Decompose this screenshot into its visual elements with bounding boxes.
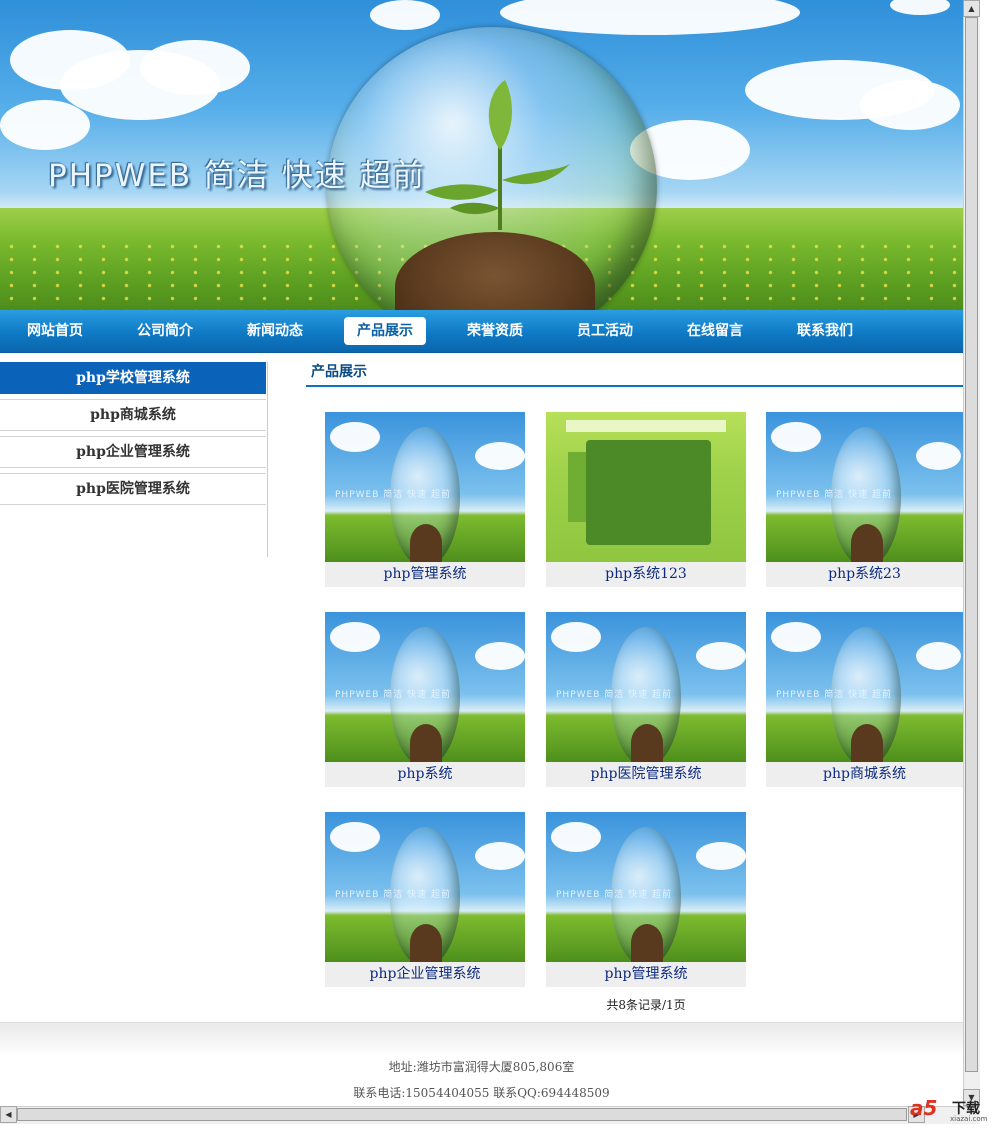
product-title[interactable]: php管理系统: [325, 564, 525, 584]
product-title[interactable]: php商城系统: [766, 764, 963, 784]
cloud-shape: [890, 0, 950, 15]
product-title[interactable]: php企业管理系统: [325, 964, 525, 984]
nav-item-news[interactable]: 新闻动态: [234, 317, 316, 345]
main-nav: 网站首页 公司简介 新闻动态 产品展示 荣誉资质 员工活动 在线留言 联系我们: [0, 310, 963, 353]
product-card[interactable]: PHPWEB 简洁 快速 超前 php系统23: [766, 412, 963, 587]
horizontal-scroll-thumb[interactable]: [17, 1108, 907, 1121]
product-card[interactable]: PHPWEB 简洁 快速 超前 php管理系统: [325, 412, 525, 587]
product-card[interactable]: PHPWEB 简洁 快速 超前 php企业管理系统: [325, 812, 525, 987]
product-thumbnail[interactable]: [546, 412, 746, 562]
a5-logo-icon: a5: [910, 1096, 938, 1120]
product-thumbnail[interactable]: PHPWEB 简洁 快速 超前: [325, 812, 525, 962]
nav-item-guestbook[interactable]: 在线留言: [674, 317, 756, 345]
product-card[interactable]: PHPWEB 简洁 快速 超前 php系统: [325, 612, 525, 787]
footer: 地址:潍坊市富润得大厦805,806室 联系电话:15054404055 联系Q…: [0, 1022, 963, 1107]
scroll-up-icon[interactable]: ▲: [963, 0, 980, 17]
footer-address: 地址:潍坊市富润得大厦805,806室: [388, 1060, 575, 1074]
nav-item-staff[interactable]: 员工活动: [564, 317, 646, 345]
product-thumbnail[interactable]: PHPWEB 简洁 快速 超前: [766, 612, 963, 762]
sidebar-item-hospital[interactable]: php医院管理系统: [0, 473, 266, 505]
product-title[interactable]: php系统: [325, 764, 525, 784]
nav-item-honors[interactable]: 荣誉资质: [454, 317, 536, 345]
footer-contact: 联系电话:15054404055 联系QQ:694448509: [353, 1086, 610, 1100]
cloud-shape: [860, 80, 960, 130]
product-thumbnail[interactable]: PHPWEB 简洁 快速 超前: [546, 612, 746, 762]
nav-item-about[interactable]: 公司简介: [124, 317, 206, 345]
product-thumbnail[interactable]: PHPWEB 简洁 快速 超前: [325, 612, 525, 762]
section-title-bar: 产品展示: [306, 359, 963, 387]
product-thumbnail[interactable]: PHPWEB 简洁 快速 超前: [766, 412, 963, 562]
pagination-info: 共8条记录/1页: [606, 998, 686, 1012]
vertical-scroll-thumb[interactable]: [965, 17, 978, 1072]
sidebar: php学校管理系统 php商城系统 php企业管理系统 php医院管理系统: [0, 362, 268, 557]
nav-item-products[interactable]: 产品展示: [344, 317, 426, 345]
product-thumbnail[interactable]: PHPWEB 简洁 快速 超前: [546, 812, 746, 962]
product-title[interactable]: php医院管理系统: [546, 764, 746, 784]
cloud-shape: [370, 0, 440, 30]
scroll-left-icon[interactable]: ◀: [0, 1106, 17, 1123]
cloud-shape: [0, 100, 90, 150]
cloud-shape: [500, 0, 800, 35]
nav-item-home[interactable]: 网站首页: [14, 317, 96, 345]
window-edge: [980, 0, 999, 1129]
product-card[interactable]: PHPWEB 简洁 快速 超前 php商城系统: [766, 612, 963, 787]
product-title[interactable]: php系统123: [546, 564, 746, 584]
sidebar-item-enterprise[interactable]: php企业管理系统: [0, 436, 266, 468]
sidebar-item-school[interactable]: php学校管理系统: [0, 362, 266, 394]
sprout-icon: [425, 80, 570, 230]
product-card[interactable]: PHPWEB 简洁 快速 超前 php医院管理系统: [546, 612, 746, 787]
watermark-logo: a5 下载 xiazai.com: [910, 1094, 998, 1126]
product-title[interactable]: php系统23: [766, 564, 963, 584]
product-card[interactable]: php系统123: [546, 412, 746, 587]
sidebar-item-shop[interactable]: php商城系统: [0, 399, 266, 431]
header-banner: PHPWEB 简洁 快速 超前: [0, 0, 963, 310]
product-card[interactable]: PHPWEB 简洁 快速 超前 php管理系统: [546, 812, 746, 987]
banner-title: PHPWEB 简洁 快速 超前: [48, 158, 426, 194]
cloud-shape: [140, 40, 250, 95]
section-title: 产品展示: [311, 364, 367, 380]
watermark-url: xiazai.com: [950, 1115, 988, 1123]
nav-item-contact[interactable]: 联系我们: [784, 317, 866, 345]
product-title[interactable]: php管理系统: [546, 964, 746, 984]
product-thumbnail[interactable]: PHPWEB 简洁 快速 超前: [325, 412, 525, 562]
